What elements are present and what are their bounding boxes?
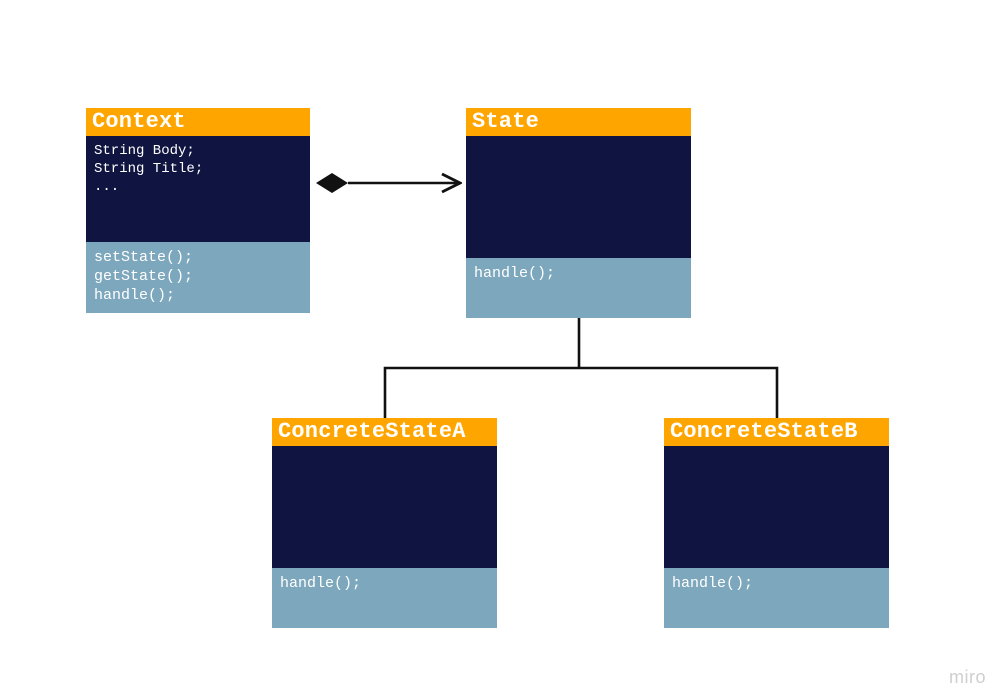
diagram-canvas: Context String Body; String Title; ... s…	[0, 0, 1000, 698]
class-context[interactable]: Context String Body; String Title; ... s…	[86, 108, 310, 313]
class-state-methods: handle();	[466, 258, 691, 318]
class-concretestate-a-title: ConcreteStateA	[272, 418, 497, 446]
class-concretestate-b-attributes	[664, 446, 889, 568]
class-concretestate-a-methods: handle();	[272, 568, 497, 628]
class-concretestate-a-attributes	[272, 446, 497, 568]
watermark: miro	[949, 667, 986, 688]
class-concretestate-a[interactable]: ConcreteStateA handle();	[272, 418, 497, 628]
class-context-methods: setState(); getState(); handle();	[86, 242, 310, 313]
relation-state-to-concretes	[385, 316, 777, 418]
class-concretestate-b-title: ConcreteStateB	[664, 418, 889, 446]
class-state-attributes	[466, 136, 691, 258]
class-context-attributes: String Body; String Title; ...	[86, 136, 310, 242]
class-concretestate-b-methods: handle();	[664, 568, 889, 628]
class-state-title: State	[466, 108, 691, 136]
relation-context-to-state	[316, 173, 460, 193]
class-concretestate-b[interactable]: ConcreteStateB handle();	[664, 418, 889, 628]
class-state[interactable]: State handle();	[466, 108, 691, 318]
class-context-title: Context	[86, 108, 310, 136]
